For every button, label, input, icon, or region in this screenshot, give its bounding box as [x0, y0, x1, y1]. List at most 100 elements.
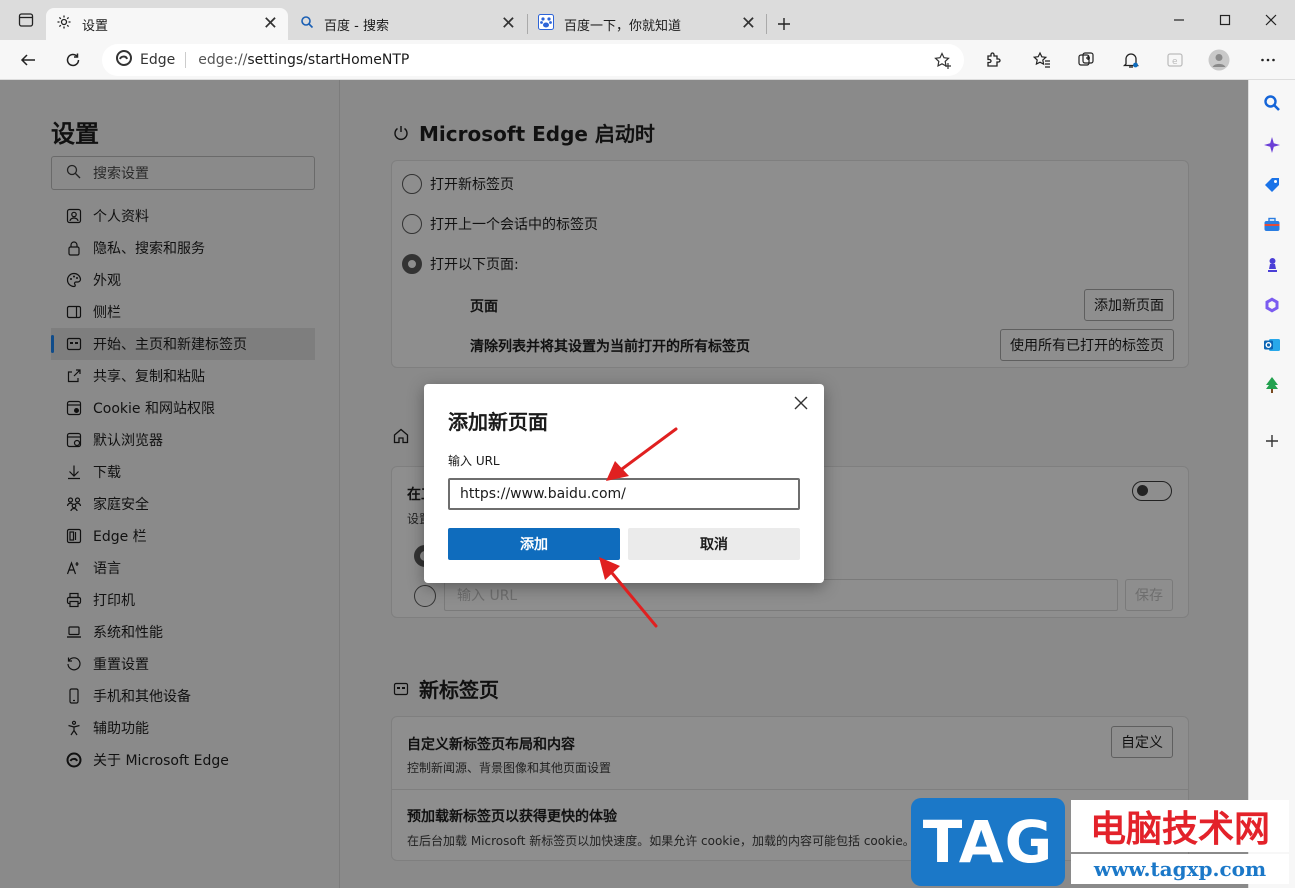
baidu-paw-icon: [538, 14, 554, 34]
add-button[interactable]: 添加: [448, 528, 620, 560]
gear-icon: [56, 14, 72, 34]
tools-briefcase-icon[interactable]: [1261, 214, 1283, 236]
close-window-button[interactable]: [1248, 6, 1294, 34]
newtab-title: 新标签页: [419, 678, 499, 702]
address-bar[interactable]: Edge edge://settings/startHomeNTP: [102, 44, 964, 76]
add-new-page-button[interactable]: 添加新页面: [1084, 289, 1174, 321]
nav-item-system[interactable]: 系统和性能: [51, 616, 315, 648]
edge-sidebar: [1248, 80, 1295, 888]
nav-item-privacy[interactable]: 隐私、搜索和服务: [51, 232, 315, 264]
nav-label: Cookie 和网站权限: [93, 401, 215, 417]
nav-label: 侧栏: [93, 305, 121, 321]
settings-nav: 设置 搜索设置 个人资料 隐私、搜索和服务 外观 侧栏 开始、主页和新建标签页 …: [0, 80, 340, 888]
tab-divider: [766, 14, 767, 34]
home-url-input[interactable]: 输入 URL: [444, 579, 1118, 611]
search-icon[interactable]: [1261, 92, 1283, 114]
nav-item-sidebar[interactable]: 侧栏: [51, 296, 315, 328]
nav-item-share[interactable]: 共享、复制和粘贴: [51, 360, 315, 392]
search-placeholder: 搜索设置: [93, 166, 149, 182]
divider: [392, 789, 1188, 790]
nav-item-about[interactable]: 关于 Microsoft Edge: [51, 744, 315, 776]
radio-button[interactable]: [414, 585, 436, 607]
radio-button-selected[interactable]: [402, 254, 422, 274]
nav-item-profile[interactable]: 个人资料: [51, 200, 315, 232]
profile-avatar[interactable]: [1203, 44, 1235, 76]
watermark-url: www.tagxp.com: [1071, 854, 1289, 884]
office-icon[interactable]: [1261, 294, 1283, 316]
notifications-bell-icon[interactable]: [1115, 44, 1147, 76]
more-menu-icon[interactable]: [1252, 44, 1284, 76]
extensions-icon[interactable]: [977, 44, 1009, 76]
nav-item-accessibility[interactable]: 辅助功能: [51, 712, 315, 744]
minimize-button[interactable]: [1156, 6, 1202, 34]
nav-item-default-browser[interactable]: 默认浏览器: [51, 424, 315, 456]
nav-item-languages[interactable]: 语言: [51, 552, 315, 584]
back-button[interactable]: [12, 44, 44, 76]
tab-baidu-home[interactable]: 百度一下，你就知道 ✕: [528, 8, 766, 40]
add-favorite-icon[interactable]: [934, 52, 952, 74]
maximize-button[interactable]: [1202, 6, 1248, 34]
nav-item-cookies[interactable]: Cookie 和网站权限: [51, 392, 315, 424]
url-input[interactable]: [448, 478, 800, 510]
share-icon: [65, 367, 83, 385]
nav-label: 语言: [93, 561, 121, 577]
cancel-button[interactable]: 取消: [628, 528, 800, 560]
nav-label: 打印机: [93, 593, 135, 609]
add-new-page-dialog: 添加新页面 输入 URL 添加 取消: [424, 384, 824, 583]
nav-item-downloads[interactable]: 下载: [51, 456, 315, 488]
phone-icon: [65, 687, 83, 705]
nav-item-family-safety[interactable]: 家庭安全: [51, 488, 315, 520]
copilot-sparkle-icon[interactable]: [1261, 134, 1283, 156]
nav-item-appearance[interactable]: 外观: [51, 264, 315, 296]
printer-icon: [65, 591, 83, 609]
new-tab-button[interactable]: [768, 8, 800, 40]
page-title: 设置: [51, 120, 99, 148]
nav-label: 手机和其他设备: [93, 689, 191, 705]
svg-text:e: e: [1172, 57, 1178, 67]
edge-logo-icon: [65, 751, 83, 769]
tab-settings[interactable]: 设置 ✕: [46, 8, 288, 40]
nav-item-phone[interactable]: 手机和其他设备: [51, 680, 315, 712]
close-tab-icon[interactable]: ✕: [501, 15, 516, 33]
nav-item-reset[interactable]: 重置设置: [51, 648, 315, 680]
address-divider: [185, 52, 187, 68]
startup-section-title: Microsoft Edge 启动时: [391, 118, 655, 147]
favorites-icon[interactable]: [1026, 44, 1058, 76]
nav-item-printers[interactable]: 打印机: [51, 584, 315, 616]
nav-label: 隐私、搜索和服务: [93, 241, 205, 257]
nav-item-start-home-newtab[interactable]: 开始、主页和新建标签页: [51, 328, 315, 360]
ie-mode-icon[interactable]: e: [1159, 44, 1191, 76]
home-button-toggle[interactable]: [1132, 481, 1172, 501]
startup-option-previous[interactable]: 打开上一个会话中的标签页: [402, 214, 598, 234]
collections-icon[interactable]: [1070, 44, 1102, 76]
tab-title: 设置: [82, 18, 109, 34]
home-save-button[interactable]: 保存: [1125, 579, 1173, 611]
customize-button[interactable]: 自定义: [1111, 726, 1173, 758]
profile-icon: [65, 207, 83, 225]
search-icon: [66, 164, 81, 183]
refresh-button[interactable]: [57, 44, 89, 76]
close-icon[interactable]: [792, 394, 810, 412]
tree-icon[interactable]: [1261, 374, 1283, 396]
nav-label: 默认浏览器: [93, 433, 163, 449]
outlook-icon[interactable]: [1261, 334, 1283, 356]
startup-option-specific[interactable]: 打开以下页面:: [402, 254, 519, 274]
nav-item-edge-bar[interactable]: Edge 栏: [51, 520, 315, 552]
shopping-tag-icon[interactable]: [1261, 174, 1283, 196]
games-chess-icon[interactable]: [1261, 254, 1283, 276]
download-icon: [65, 463, 83, 481]
tab-actions-icon[interactable]: [10, 4, 42, 36]
use-all-open-tabs-button[interactable]: 使用所有已打开的标签页: [1000, 329, 1174, 361]
add-sidebar-app-icon[interactable]: [1261, 430, 1283, 452]
radio-button[interactable]: [402, 174, 422, 194]
settings-search-input[interactable]: 搜索设置: [51, 156, 315, 190]
preload-sub: 在后台加载 Microsoft 新标签页以加快速度。如果允许 cookie，加载…: [407, 834, 915, 848]
radio-button[interactable]: [402, 214, 422, 234]
reset-icon: [65, 655, 83, 673]
startup-option-newtab[interactable]: 打开新标签页: [402, 174, 514, 194]
close-tab-icon[interactable]: ✕: [741, 15, 756, 33]
close-tab-icon[interactable]: ✕: [263, 15, 278, 33]
sidebar-icon: [65, 303, 83, 321]
tab-baidu-search[interactable]: 百度 - 搜索 ✕: [290, 8, 526, 40]
customize-title: 自定义新标签页布局和内容: [407, 737, 575, 753]
